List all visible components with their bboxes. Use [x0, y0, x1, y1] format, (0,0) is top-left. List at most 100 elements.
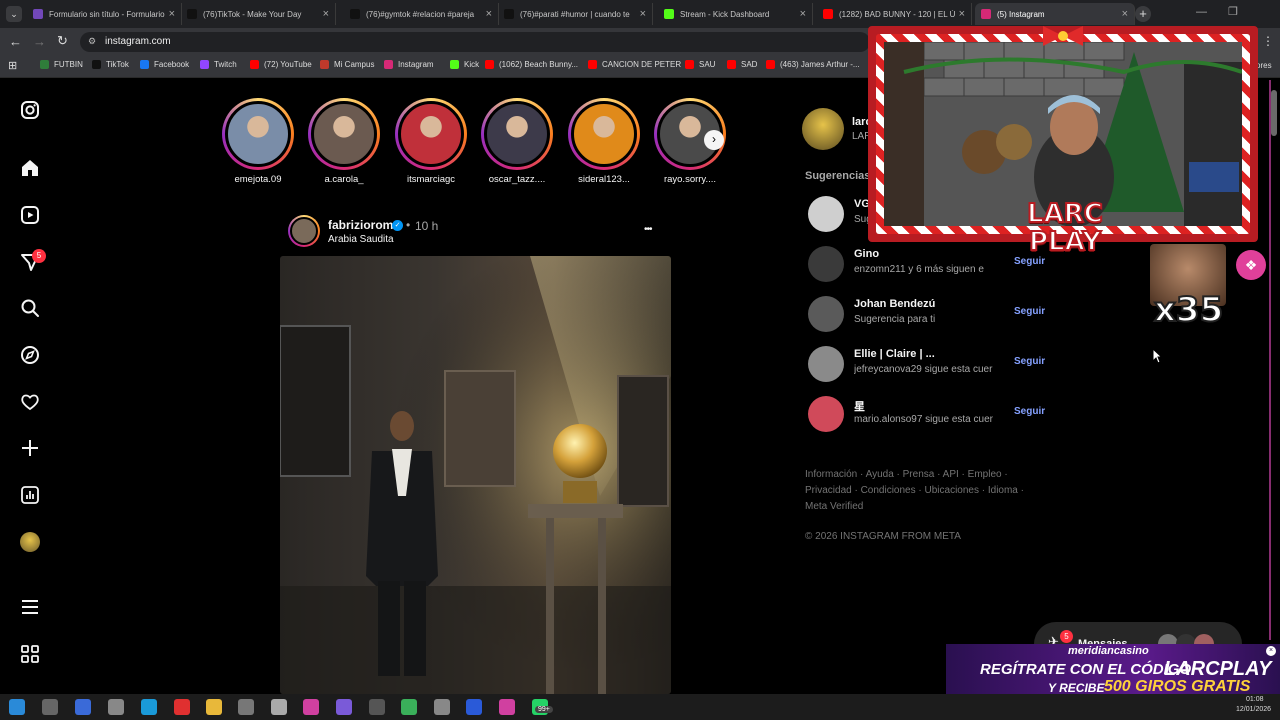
- bookmark-item[interactable]: Instagram: [384, 60, 434, 69]
- calculator-icon[interactable]: [434, 699, 450, 715]
- tab-close-icon[interactable]: ×: [323, 8, 329, 20]
- app-icon[interactable]: [369, 699, 385, 715]
- new-tab-button[interactable]: +: [1135, 6, 1151, 22]
- story-ring: [222, 98, 294, 170]
- bookmark-item[interactable]: Kick: [450, 60, 479, 69]
- story-item[interactable]: a.carola_: [307, 98, 381, 185]
- stories-next-button[interactable]: ›: [704, 130, 724, 150]
- browser-tab[interactable]: (1282) BAD BUNNY - 120 | EL Ú ×: [817, 3, 972, 25]
- windows-start-icon[interactable]: [9, 699, 25, 715]
- bookmark-item[interactable]: Mi Campus: [320, 60, 374, 69]
- story-item[interactable]: itsmarciagc: [394, 98, 468, 185]
- menu-icon[interactable]: [20, 597, 40, 617]
- follow-button[interactable]: Seguir: [1014, 406, 1045, 417]
- post-author-avatar[interactable]: [288, 215, 320, 247]
- apps-icon[interactable]: ⊞: [8, 59, 17, 72]
- tab-close-icon[interactable]: ×: [640, 8, 646, 20]
- tab-close-icon[interactable]: ×: [959, 8, 965, 20]
- bookmark-item[interactable]: Twitch: [200, 60, 237, 69]
- tab-close-icon[interactable]: ×: [486, 8, 492, 20]
- url-field[interactable]: ⚙ instagram.com: [80, 32, 870, 52]
- forward-icon[interactable]: →: [33, 34, 46, 49]
- post-options-icon[interactable]: •••: [644, 224, 652, 235]
- browser-tab[interactable]: (76)TikTok - Make Your Day ×: [181, 3, 336, 25]
- clock-date[interactable]: 12/01/2026: [1236, 706, 1271, 713]
- app-icon[interactable]: [174, 699, 190, 715]
- bookmark-item[interactable]: CANCION DE PETER: [588, 60, 681, 69]
- banner-close-icon: ×: [1266, 646, 1276, 656]
- follow-button[interactable]: Seguir: [1014, 306, 1045, 317]
- search-icon[interactable]: [20, 298, 40, 318]
- suggestion-username[interactable]: Johan Bendezú: [854, 298, 935, 310]
- instagram-logo-icon[interactable]: [20, 100, 40, 120]
- suggestion-username[interactable]: Gino: [854, 248, 879, 260]
- bookmark-item[interactable]: FUTBIN: [40, 60, 83, 69]
- page-scrollbar[interactable]: [1271, 90, 1277, 136]
- follow-button[interactable]: Seguir: [1014, 356, 1045, 367]
- store-icon[interactable]: [75, 699, 91, 715]
- suggestion-username[interactable]: 星: [854, 398, 865, 414]
- browser-tab[interactable]: (76)#parati #humor | cuando te ×: [498, 3, 653, 25]
- taskbar-search-icon[interactable]: [42, 699, 58, 715]
- back-icon[interactable]: ←: [9, 34, 22, 49]
- reload-icon[interactable]: ↻: [57, 33, 68, 49]
- bookmark-item[interactable]: SAU: [685, 60, 715, 69]
- story-item[interactable]: sideral123...: [567, 98, 641, 185]
- app-icon[interactable]: [499, 699, 515, 715]
- bookmark-label: Kick: [464, 60, 480, 69]
- footer-links-line[interactable]: Privacidad · Condiciones · Ubicaciones ·…: [805, 485, 1024, 496]
- suggestion-avatar[interactable]: [808, 246, 844, 282]
- account-avatar[interactable]: [802, 108, 844, 150]
- suggestion-avatar[interactable]: [808, 296, 844, 332]
- reels-icon[interactable]: [20, 205, 40, 225]
- suggestion-avatar[interactable]: [808, 346, 844, 382]
- app-icon[interactable]: [271, 699, 287, 715]
- bookmark-item[interactable]: TikTok: [92, 60, 129, 69]
- suggestion-avatar[interactable]: [808, 196, 844, 232]
- bookmark-item[interactable]: (1062) Beach Bunny...: [485, 60, 578, 69]
- more-apps-icon[interactable]: [20, 644, 40, 664]
- post-username[interactable]: fabriziorom: [328, 218, 393, 232]
- file-explorer-icon[interactable]: [206, 699, 222, 715]
- bookmark-item[interactable]: (463) James Arthur -...: [766, 60, 860, 69]
- app-icon[interactable]: [238, 699, 254, 715]
- bookmark-item[interactable]: SAD: [727, 60, 757, 69]
- heart-icon[interactable]: [20, 392, 40, 412]
- post-location[interactable]: Arabia Saudita: [328, 234, 394, 245]
- browser-tab[interactable]: (76)#gymtok #relacion #pareja ×: [344, 3, 499, 25]
- story-item[interactable]: oscar_tazz....: [480, 98, 554, 185]
- bookmark-item[interactable]: (72) YouTube: [250, 60, 312, 69]
- maximize-button[interactable]: ❐: [1228, 5, 1238, 18]
- dashboard-icon[interactable]: [20, 485, 40, 505]
- browser-tab[interactable]: (5) Instagram ×: [975, 3, 1135, 25]
- suggestion-avatar[interactable]: [808, 396, 844, 432]
- create-icon[interactable]: [20, 438, 40, 458]
- home-icon[interactable]: [20, 158, 40, 178]
- browser-menu-icon[interactable]: ⋮: [1262, 34, 1274, 48]
- bookmark-item[interactable]: Facebook: [140, 60, 189, 69]
- clock-time[interactable]: 01:08: [1246, 696, 1264, 703]
- chrome-icon[interactable]: [401, 699, 417, 715]
- tab-close-icon[interactable]: ×: [1122, 8, 1128, 20]
- browser-tab[interactable]: Stream - Kick Dashboard ×: [658, 3, 813, 25]
- tab-close-icon[interactable]: ×: [800, 8, 806, 20]
- footer-links-line[interactable]: Meta Verified: [805, 501, 863, 512]
- suggestion-username[interactable]: Ellie | Claire | ...: [854, 348, 935, 360]
- edge-icon[interactable]: [141, 699, 157, 715]
- tab-search-button[interactable]: ⌄: [6, 6, 22, 22]
- app-icon[interactable]: [336, 699, 352, 715]
- site-info-icon[interactable]: ⚙: [88, 36, 96, 47]
- post-image[interactable]: [280, 256, 671, 694]
- tab-close-icon[interactable]: ×: [169, 8, 175, 20]
- profile-avatar[interactable]: [20, 532, 40, 552]
- app-icon[interactable]: [108, 699, 124, 715]
- story-item[interactable]: emejota.09: [221, 98, 295, 185]
- bookmark-favicon-icon: [766, 60, 775, 69]
- footer-links-line[interactable]: Información · Ayuda · Prensa · API · Emp…: [805, 469, 1008, 480]
- app-icon[interactable]: [303, 699, 319, 715]
- browser-tab[interactable]: Formulario sin título - Formulario ×: [27, 3, 182, 25]
- explore-icon[interactable]: [20, 345, 40, 365]
- word-icon[interactable]: [466, 699, 482, 715]
- bookmarks-more[interactable]: ores: [1256, 61, 1272, 70]
- minimize-button[interactable]: —: [1196, 6, 1207, 18]
